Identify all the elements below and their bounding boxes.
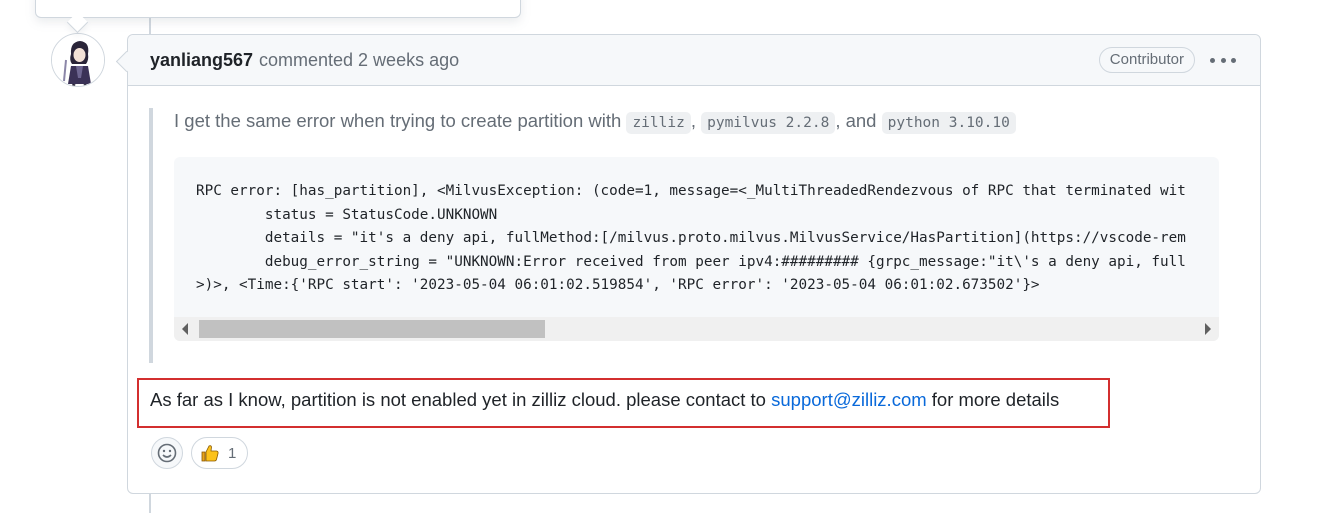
inline-code-python: python 3.10.10	[881, 112, 1016, 134]
code-line: RPC error: [has_partition], <MilvusExcep…	[196, 183, 1186, 199]
scrollbar-thumb[interactable]	[199, 320, 545, 338]
code-line: details = "it's a deny api, fullMethod:[…	[196, 230, 1186, 247]
thumbs-up-count: 1	[228, 444, 237, 462]
quote-text: I get the same error when trying to crea…	[174, 110, 1016, 134]
avatar[interactable]	[51, 33, 105, 87]
quote-separator: , and	[835, 110, 882, 131]
blockquote-bar	[149, 108, 153, 363]
smiley-icon	[157, 443, 177, 463]
code-line: status = StatusCode.UNKNOWN	[196, 206, 498, 223]
code-content: RPC error: [has_partition], <MilvusExcep…	[196, 180, 1186, 298]
support-email-link[interactable]: support@zilliz.com	[771, 389, 927, 410]
inline-code-pymilvus: pymilvus 2.2.8	[701, 112, 836, 134]
code-line: debug_error_string = "UNKNOWN:Error rece…	[196, 253, 1186, 270]
thumbs-up-icon	[201, 445, 219, 462]
quote-separator: ,	[690, 110, 702, 131]
avatar-character-icon	[52, 34, 104, 86]
popover-card	[35, 0, 521, 18]
code-line: >)>, <Time:{'RPC start': '2023-05-04 06:…	[196, 277, 1040, 294]
comment-header: yanliang567 commented 2 weeks ago Contri…	[128, 35, 1260, 86]
add-reaction-button[interactable]	[151, 437, 183, 469]
scroll-left-arrow-icon[interactable]	[182, 323, 188, 335]
reply-text: As far as I know, partition is not enabl…	[150, 389, 1059, 411]
quote-text-before: I get the same error when trying to crea…	[174, 110, 627, 131]
timeline-line-bottom	[149, 494, 151, 513]
contributor-badge: Contributor	[1098, 47, 1195, 73]
kebab-horizontal-icon[interactable]	[1210, 51, 1236, 69]
inline-code-zilliz: zilliz	[626, 112, 691, 134]
comment-timestamp[interactable]: commented 2 weeks ago	[259, 50, 459, 71]
author-link[interactable]: yanliang567	[150, 50, 253, 71]
reply-text-after: for more details	[926, 389, 1060, 410]
reply-text-before: As far as I know, partition is not enabl…	[150, 389, 772, 410]
scroll-right-arrow-icon[interactable]	[1205, 323, 1211, 335]
thumbs-up-reaction-button[interactable]: 1	[191, 437, 248, 469]
horizontal-scrollbar[interactable]	[174, 317, 1219, 341]
code-block: RPC error: [has_partition], <MilvusExcep…	[174, 157, 1219, 341]
